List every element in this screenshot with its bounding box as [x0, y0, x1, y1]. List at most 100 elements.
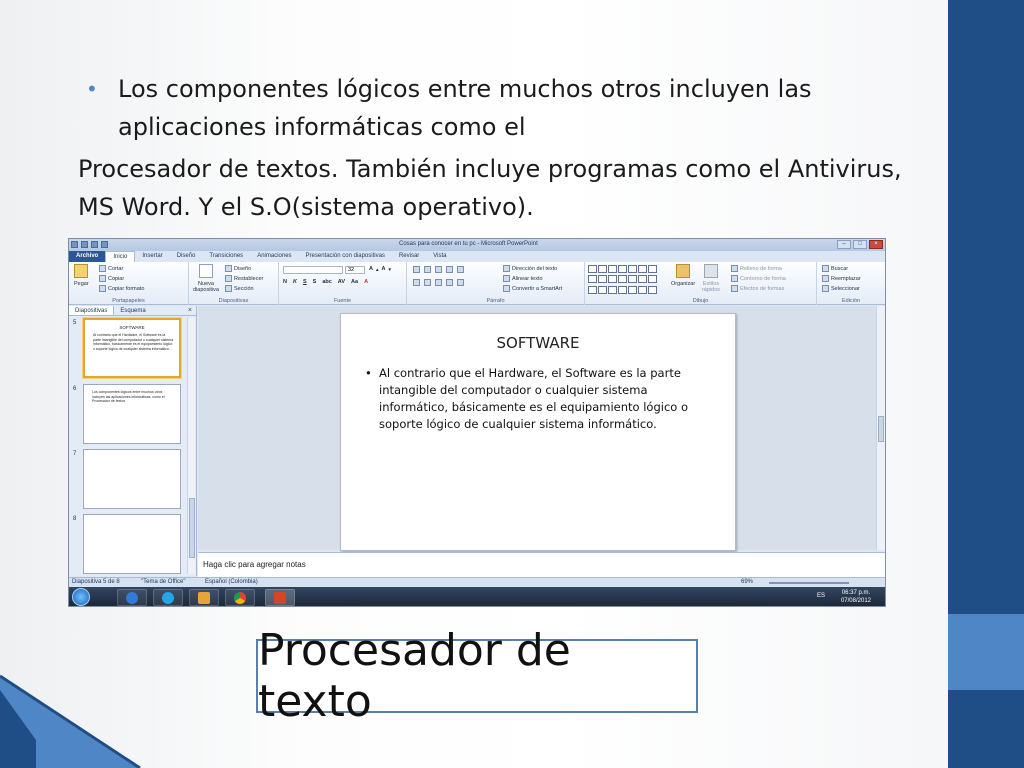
shapes-gallery[interactable] [588, 265, 660, 295]
select-button[interactable]: Seleccionar [822, 285, 860, 292]
slide-thumbnail-7[interactable] [83, 449, 181, 509]
tab-esquema[interactable]: Esquema [114, 306, 151, 315]
underline-icon[interactable]: S [303, 279, 307, 285]
bold-icon[interactable]: N [283, 279, 287, 285]
align-right-icon[interactable] [435, 279, 442, 286]
italic-icon[interactable]: K [293, 279, 297, 285]
tab-insertar[interactable]: Insertar [135, 251, 169, 262]
taskbar-powerpoint-button[interactable] [265, 589, 295, 606]
font-color-icon[interactable]: A [364, 279, 368, 285]
tab-diapositivas[interactable]: Diapositivas [69, 306, 115, 315]
notes-pane[interactable]: Haga clic para agregar notas [198, 552, 885, 577]
zoom-slider[interactable] [769, 582, 849, 584]
main-slide[interactable]: SOFTWARE Al contrario que el Hardware, e… [340, 313, 736, 551]
pane-close-icon[interactable]: × [188, 307, 192, 314]
copy-button[interactable]: Copiar [99, 275, 124, 282]
maximize-button[interactable]: □ [853, 240, 867, 249]
clock-date: 07/08/2012 [840, 598, 871, 604]
quick-styles-button[interactable]: Estilos rápidos [699, 264, 723, 293]
paragraph-group-label: Párrafo [486, 298, 505, 304]
editor-scroll-thumb[interactable] [878, 416, 884, 442]
smartart-button[interactable]: Convertir a SmartArt [503, 285, 562, 292]
tab-archivo[interactable]: Archivo [69, 251, 106, 262]
shadow-icon[interactable]: S [313, 279, 317, 285]
slide-thumbnail-6[interactable]: Los componentes lógicos entre muchos otr… [83, 384, 181, 444]
numbering-icon[interactable] [424, 266, 431, 273]
bullet-text: Los componentes lógicos entre muchos otr… [118, 75, 812, 141]
status-language[interactable]: Español (Colombia) [205, 579, 258, 585]
slide-thumbnail-8[interactable] [83, 514, 181, 574]
tab-animaciones[interactable]: Animaciones [250, 251, 298, 262]
clock-time: 06:37 p.m. [841, 590, 871, 596]
start-button-icon[interactable] [72, 588, 90, 606]
font-group: 32 A ▲ A ▼ N K S S abc AV Aa A Fuente [279, 262, 407, 305]
shape-outline-button[interactable]: Contorno de forma [731, 275, 786, 282]
editor-scrollbar[interactable] [876, 306, 885, 550]
case-icon[interactable]: Aa [351, 279, 358, 285]
taskbar-chrome-button[interactable] [225, 589, 255, 606]
undo-icon[interactable] [91, 241, 98, 248]
shape-effects-button[interactable]: Efectos de formas [731, 285, 784, 292]
tab-presentacion[interactable]: Presentación con diapositivas [299, 251, 392, 262]
tab-transiciones[interactable]: Transiciones [202, 251, 250, 262]
replace-button[interactable]: Reemplazar [822, 275, 861, 282]
text-direction-icon [503, 265, 510, 272]
smartart-icon [503, 285, 510, 292]
save-icon[interactable] [81, 241, 88, 248]
taskbar-ie-button[interactable] [117, 589, 147, 606]
cut-button[interactable]: Cortar [99, 265, 123, 272]
quick-access-toolbar [71, 241, 108, 248]
find-button[interactable]: Buscar [822, 265, 848, 272]
decrease-indent-icon[interactable] [435, 266, 442, 273]
thumbnail-number: 5 [73, 320, 77, 326]
align-text-button[interactable]: Alinear texto [503, 275, 543, 282]
minimize-button[interactable]: – [837, 240, 851, 249]
strike-icon[interactable]: abc [322, 279, 331, 285]
section-button[interactable]: Sección [225, 285, 254, 292]
tab-vista[interactable]: Vista [426, 251, 453, 262]
pane-scroll-thumb[interactable] [189, 498, 195, 558]
layout-button[interactable]: Diseño [225, 265, 251, 272]
grow-font-button[interactable]: A ▲ A ▼ [369, 266, 392, 272]
slides-group: Nueva diapositiva Diseño Restablecer Sec… [189, 262, 279, 305]
columns-icon[interactable] [457, 279, 464, 286]
media-player-icon [198, 591, 210, 604]
brush-icon [99, 285, 106, 292]
pane-tabs: Diapositivas Esquema [69, 306, 196, 316]
tray-language[interactable]: ES [817, 593, 825, 599]
tab-inicio[interactable]: Inicio [105, 250, 136, 263]
tab-diseno[interactable]: Diseño [170, 251, 203, 262]
editing-group: Buscar Reemplazar Seleccionar Edición [817, 262, 885, 305]
increase-indent-icon[interactable] [446, 266, 453, 273]
status-zoom[interactable]: 69% [741, 579, 753, 585]
redo-icon[interactable] [101, 241, 108, 248]
text-direction-button[interactable]: Dirección del texto [503, 265, 557, 272]
format-painter-button[interactable]: Copiar formato [99, 285, 144, 292]
new-slide-button[interactable]: Nueva diapositiva [193, 264, 219, 293]
slide-thumbnail-5[interactable]: SOFTWARE Al contrario que el Hardware, e… [83, 318, 181, 378]
reset-button[interactable]: Restablecer [225, 275, 263, 282]
justify-icon[interactable] [446, 279, 453, 286]
spacing-icon[interactable]: AV [338, 279, 345, 285]
pane-scrollbar[interactable] [187, 318, 195, 574]
drawing-group-label: Dibujo [692, 298, 709, 304]
paragraph-group: Dirección del texto Alinear texto Conver… [407, 262, 585, 305]
tab-revisar[interactable]: Revisar [392, 251, 426, 262]
arrange-button[interactable]: Organizar [671, 264, 695, 287]
font-format-buttons[interactable]: N K S S abc AV Aa A [283, 279, 368, 285]
main-slide-title[interactable]: SOFTWARE [361, 334, 715, 352]
taskbar-media-button[interactable] [189, 589, 219, 606]
line-spacing-icon[interactable] [457, 266, 464, 273]
main-slide-body[interactable]: Al contrario que el Hardware, el Softwar… [361, 365, 715, 433]
taskbar-skype-button[interactable] [153, 589, 183, 606]
align-center-icon[interactable] [424, 279, 431, 286]
close-button[interactable]: × [869, 240, 883, 249]
taskbar-clock[interactable]: 06:37 p.m. 07/08/2012 [841, 589, 871, 605]
font-size-select[interactable]: 32 [345, 266, 365, 274]
font-name-select[interactable] [283, 266, 343, 274]
window-controls: – □ × [837, 240, 883, 249]
paste-button[interactable]: Pegar [74, 264, 89, 287]
align-left-icon[interactable] [413, 279, 420, 286]
shape-fill-button[interactable]: Relleno de forma [731, 265, 782, 272]
bullets-icon[interactable] [413, 266, 420, 273]
